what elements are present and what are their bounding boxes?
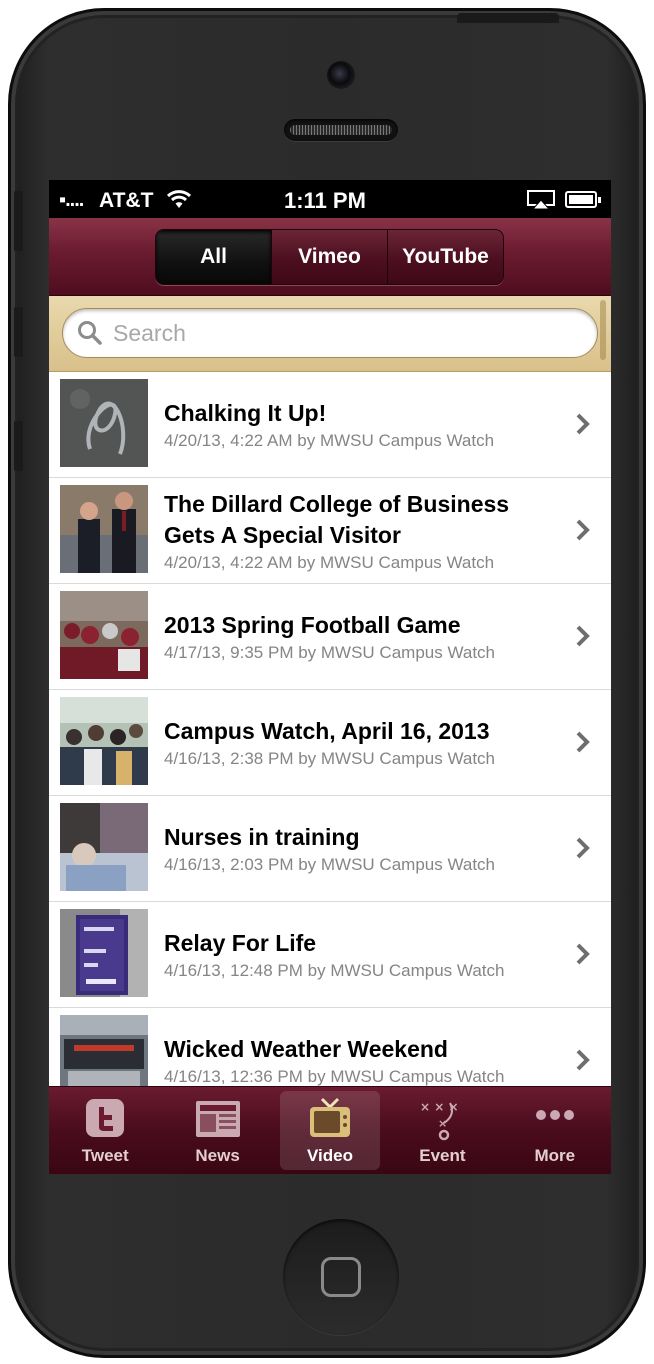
video-thumbnail bbox=[60, 909, 148, 997]
chevron-right-icon bbox=[576, 413, 590, 435]
playbook-icon: × × × × bbox=[420, 1100, 459, 1141]
video-thumbnail bbox=[60, 803, 148, 891]
video-title: Nurses in training bbox=[164, 824, 360, 850]
video-thumbnail bbox=[60, 591, 148, 679]
video-meta: 4/17/13, 9:35 PM by MWSU Campus Watch bbox=[164, 643, 495, 662]
tab-video[interactable]: Video bbox=[274, 1087, 386, 1174]
video-meta: 4/16/13, 12:36 PM by MWSU Campus Watch bbox=[164, 1067, 505, 1086]
earpiece-speaker bbox=[284, 119, 398, 141]
tab-label: More bbox=[534, 1146, 576, 1165]
video-title: Chalking It Up! bbox=[164, 400, 327, 426]
sleep-button[interactable] bbox=[457, 13, 559, 23]
video-row-dillard-college[interactable]: The Dillard College of Business Gets A S… bbox=[49, 478, 611, 584]
signal-strength: ▪.... bbox=[59, 189, 84, 211]
front-camera bbox=[327, 61, 355, 89]
segment-vimeo[interactable]: Vimeo bbox=[272, 230, 388, 284]
video-row-spring-football[interactable]: 2013 Spring Football Game 4/17/13, 9:35 … bbox=[49, 584, 611, 690]
video-thumbnail bbox=[60, 1015, 148, 1086]
scroll-indicator bbox=[600, 300, 606, 360]
battery-icon bbox=[565, 191, 601, 208]
video-title: 2013 Spring Football Game bbox=[164, 612, 461, 638]
chevron-right-icon bbox=[576, 625, 590, 647]
tab-label: Video bbox=[307, 1146, 353, 1165]
video-row-relay-for-life[interactable]: Relay For Life 4/16/13, 12:48 PM by MWSU… bbox=[49, 902, 611, 1008]
video-meta: 4/16/13, 12:48 PM by MWSU Campus Watch bbox=[164, 961, 505, 980]
tab-news[interactable]: News bbox=[161, 1087, 273, 1174]
tv-icon bbox=[310, 1097, 351, 1137]
tab-label: News bbox=[195, 1146, 240, 1165]
segment-all[interactable]: All bbox=[156, 230, 272, 284]
volume-up-button[interactable] bbox=[14, 307, 23, 357]
screen: ▪.... AT&T 1:11 PM All Vimeo YouTube Sea… bbox=[49, 180, 611, 1174]
search-field[interactable] bbox=[62, 308, 598, 358]
mute-switch[interactable] bbox=[14, 191, 23, 251]
navigation-bar: All Vimeo YouTube bbox=[49, 218, 611, 296]
video-meta: 4/16/13, 2:03 PM by MWSU Campus Watch bbox=[164, 855, 495, 874]
tab-bar: Tweet News Video × × × × Event More bbox=[49, 1086, 611, 1174]
video-title: The Dillard College of Business Gets A S… bbox=[164, 490, 510, 548]
volume-down-button[interactable] bbox=[14, 421, 23, 471]
airplay-icon bbox=[527, 190, 555, 210]
home-square-icon bbox=[321, 1257, 361, 1297]
video-thumbnail bbox=[60, 379, 148, 467]
search-icon bbox=[78, 321, 102, 345]
news-icon bbox=[195, 1101, 240, 1137]
tweet-icon bbox=[86, 1099, 125, 1137]
home-button[interactable] bbox=[283, 1219, 399, 1335]
video-meta: 4/16/13, 2:38 PM by MWSU Campus Watch bbox=[164, 749, 495, 768]
wifi-icon bbox=[166, 190, 192, 208]
video-title: Wicked Weather Weekend bbox=[164, 1036, 448, 1062]
chevron-right-icon bbox=[576, 731, 590, 753]
video-title: Campus Watch, April 16, 2013 bbox=[164, 718, 490, 744]
video-meta: 4/20/13, 4:22 AM by MWSU Campus Watch bbox=[164, 431, 495, 450]
status-bar: ▪.... AT&T 1:11 PM bbox=[49, 180, 611, 218]
tab-tweet[interactable]: Tweet bbox=[49, 1087, 161, 1174]
tab-label: Tweet bbox=[81, 1146, 129, 1165]
chevron-right-icon bbox=[576, 943, 590, 965]
video-row-nurses-training[interactable]: Nurses in training 4/16/13, 2:03 PM by M… bbox=[49, 796, 611, 902]
video-row-chalking-it-up[interactable]: Chalking It Up! 4/20/13, 4:22 AM by MWSU… bbox=[49, 372, 611, 478]
chevron-right-icon bbox=[576, 837, 590, 859]
video-row-campus-watch[interactable]: Campus Watch, April 16, 2013 4/16/13, 2:… bbox=[49, 690, 611, 796]
carrier-name: AT&T bbox=[99, 189, 154, 212]
tab-label: Event bbox=[419, 1146, 466, 1165]
chevron-right-icon bbox=[576, 519, 590, 541]
video-meta: 4/20/13, 4:22 AM by MWSU Campus Watch bbox=[164, 552, 495, 572]
search-input[interactable] bbox=[113, 319, 553, 347]
status-time: 1:11 PM bbox=[284, 188, 366, 213]
search-bar bbox=[49, 296, 611, 372]
video-thumbnail bbox=[60, 697, 148, 785]
segment-youtube[interactable]: YouTube bbox=[388, 230, 503, 284]
tab-event[interactable]: × × × × Event bbox=[386, 1087, 498, 1174]
video-list: Chalking It Up! 4/20/13, 4:22 AM by MWSU… bbox=[49, 372, 611, 1086]
more-dots-icon bbox=[535, 1110, 574, 1120]
svg-text:×: × bbox=[438, 1117, 447, 1130]
video-thumbnail bbox=[60, 485, 148, 573]
video-title: Relay For Life bbox=[164, 930, 317, 956]
source-filter-control: All Vimeo YouTube bbox=[155, 229, 504, 285]
video-row-wicked-weather[interactable]: Wicked Weather Weekend 4/16/13, 12:36 PM… bbox=[49, 1008, 611, 1086]
tab-more[interactable]: More bbox=[499, 1087, 611, 1174]
chevron-right-icon bbox=[576, 1049, 590, 1071]
